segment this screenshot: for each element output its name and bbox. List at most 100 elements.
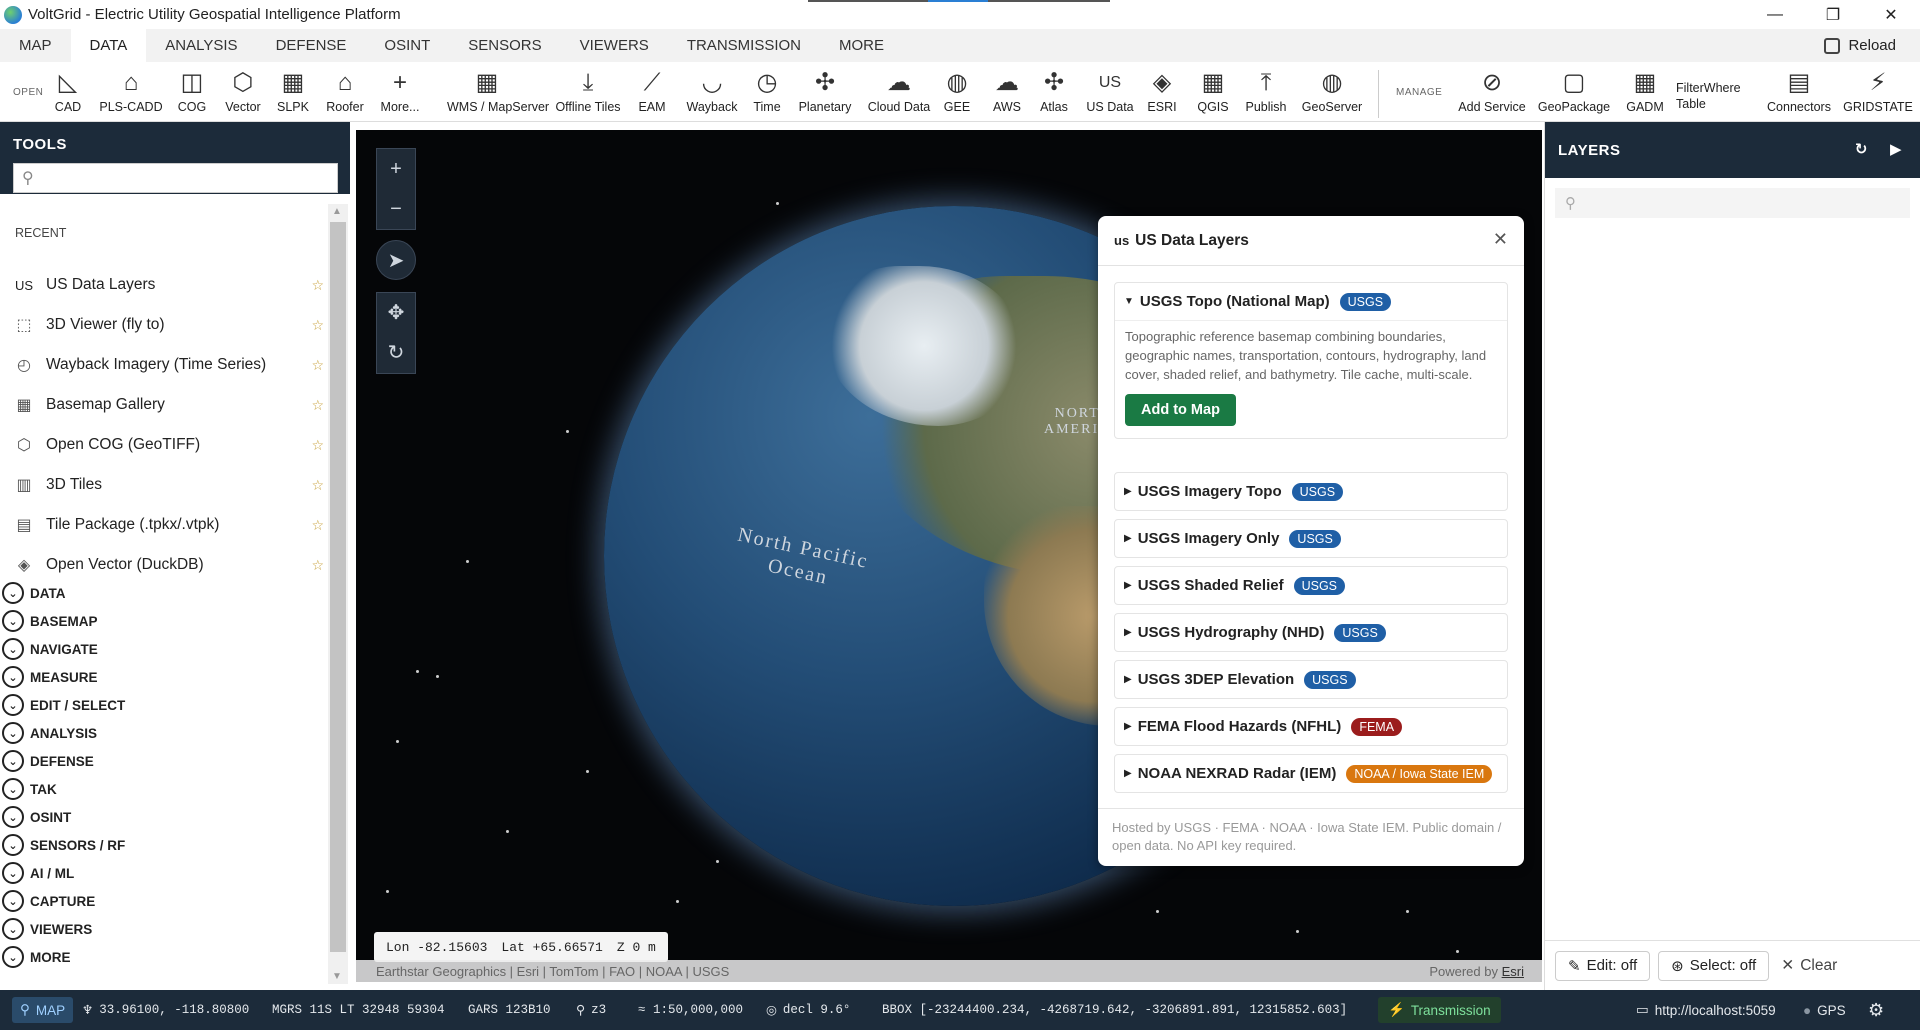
zoom-out-icon[interactable]: − <box>376 189 416 229</box>
tool-icon: ◴ <box>17 357 31 374</box>
toolbar-add-service-button[interactable]: ⊘ Add Service <box>1452 68 1532 114</box>
toolbar-wms-mapserver-button[interactable]: ▦ WMS / MapServer <box>447 68 549 114</box>
favorite-star-icon[interactable]: ☆ <box>311 357 324 374</box>
add-to-map-button[interactable]: Add to Map <box>1125 394 1236 426</box>
layer-card: ▶ USGS Imagery Topo USGS <box>1114 472 1508 511</box>
ocean-label: North Pacific Ocean <box>735 523 871 589</box>
refresh-icon[interactable]: ↻ <box>1855 140 1868 158</box>
category-defense[interactable]: ⌄ DEFENSE <box>2 748 94 774</box>
edit-toggle-button[interactable]: ✎ Edit: off <box>1555 950 1651 981</box>
x-icon: ✕ <box>1781 957 1795 974</box>
favorite-star-icon[interactable]: ☆ <box>311 477 324 494</box>
minimize-icon[interactable]: — <box>1746 0 1804 29</box>
layer-toggle[interactable]: ▼ USGS Topo (National Map) USGS <box>1115 283 1507 320</box>
toolbar-planetary-button[interactable]: ✣ Planetary <box>785 68 865 114</box>
toolbar-geoserver-button[interactable]: ◍ GeoServer <box>1292 68 1372 114</box>
category-capture[interactable]: ⌄ CAPTURE <box>2 888 95 914</box>
transmission-badge[interactable]: ⚡ Transmission <box>1378 997 1501 1023</box>
recent-item[interactable]: ⬚ 3D Viewer (fly to) ☆ <box>12 310 324 340</box>
reload-button[interactable]: Reload <box>1824 29 1896 62</box>
tools-title: TOOLS <box>13 136 67 153</box>
tools-header: TOOLS ⚲ <box>0 122 350 194</box>
tab-sensors[interactable]: SENSORS <box>449 29 560 62</box>
settings-icon[interactable]: ⚙ <box>1868 990 1884 1030</box>
tab-defense[interactable]: DEFENSE <box>257 29 366 62</box>
recent-item[interactable]: ⬡ Open COG (GeoTIFF) ☆ <box>12 430 324 460</box>
category-label: DEFENSE <box>30 753 94 769</box>
tab-osint[interactable]: OSINT <box>365 29 449 62</box>
recent-item[interactable]: ▦ Basemap Gallery ☆ <box>12 390 324 420</box>
recent-item[interactable]: US US Data Layers ☆ <box>12 270 324 300</box>
layer-toggle[interactable]: ▶ USGS 3DEP Elevation USGS <box>1115 661 1507 698</box>
scroll-up-icon[interactable]: ▲ <box>332 206 342 217</box>
recent-item-label: Tile Package (.tpkx/.vtpk) <box>46 516 220 533</box>
favorite-star-icon[interactable]: ☆ <box>311 557 324 574</box>
toolbar-item-label: More... <box>380 100 420 114</box>
recent-item[interactable]: ▥ 3D Tiles ☆ <box>12 470 324 500</box>
scroll-down-icon[interactable]: ▼ <box>332 971 342 982</box>
select-toggle-button[interactable]: ⊛ Select: off <box>1658 950 1770 981</box>
category-osint[interactable]: ⌄ OSINT <box>2 804 71 830</box>
toolbar-gadm-button[interactable]: ▦ GADM <box>1605 68 1685 114</box>
layers-search-input[interactable]: ⚲ <box>1555 188 1910 218</box>
category-ai-ml[interactable]: ⌄ AI / ML <box>2 860 74 886</box>
favorite-star-icon[interactable]: ☆ <box>311 397 324 414</box>
tab-analysis[interactable]: ANALYSIS <box>146 29 256 62</box>
layer-toggle[interactable]: ▶ FEMA Flood Hazards (NFHL) FEMA <box>1115 708 1507 745</box>
toolbar-geopackage-button[interactable]: ▢ GeoPackage <box>1534 68 1614 114</box>
dialog-close-icon[interactable]: ✕ <box>1493 229 1508 250</box>
tab-map[interactable]: MAP <box>0 29 71 62</box>
pan-icon[interactable]: ✥ <box>376 293 416 333</box>
category-more[interactable]: ⌄ MORE <box>2 944 71 970</box>
layer-toggle[interactable]: ▶ USGS Hydrography (NHD) USGS <box>1115 614 1507 651</box>
compass-icon[interactable]: ➤ <box>376 240 416 280</box>
layer-toggle[interactable]: ▶ USGS Imagery Only USGS <box>1115 520 1507 557</box>
favorite-star-icon[interactable]: ☆ <box>311 277 324 294</box>
category-tak[interactable]: ⌄ TAK <box>2 776 57 802</box>
category-measure[interactable]: ⌄ MEASURE <box>2 664 98 690</box>
layers-header: LAYERS ↻ ▶ <box>1545 122 1920 178</box>
category-navigate[interactable]: ⌄ NAVIGATE <box>2 636 98 662</box>
tab-transmission[interactable]: TRANSMISSION <box>668 29 820 62</box>
clear-button[interactable]: ✕ Clear <box>1781 956 1837 975</box>
category-data[interactable]: ⌄ DATA <box>2 580 66 606</box>
toolbar-more-button[interactable]: + More... <box>360 68 440 114</box>
zoom-in-icon[interactable]: + <box>376 149 416 189</box>
toolbar-filterwhere-table-button[interactable]: FilterWhere Table <box>1676 68 1756 112</box>
plus-icon: + <box>392 69 407 96</box>
toolbar-connectors-button[interactable]: ▤ Connectors <box>1759 68 1839 114</box>
category-analysis[interactable]: ⌄ ANALYSIS <box>2 720 97 746</box>
favorite-star-icon[interactable]: ☆ <box>311 317 324 334</box>
play-icon[interactable]: ▶ <box>1890 140 1902 158</box>
tools-search-input[interactable]: ⚲ <box>13 163 338 193</box>
rotate-icon[interactable]: ↻ <box>376 333 416 373</box>
restore-icon[interactable]: ❐ <box>1804 0 1862 29</box>
recent-item[interactable]: ◈ Open Vector (DuckDB) ☆ <box>12 550 324 580</box>
window-controls: — ❐ ✕ <box>1746 0 1920 29</box>
category-basemap[interactable]: ⌄ BASEMAP <box>2 608 98 634</box>
layer-toggle[interactable]: ▶ USGS Imagery Topo USGS <box>1115 473 1507 510</box>
layer-toggle[interactable]: ▶ NOAA NEXRAD Radar (IEM) NOAA / Iowa Stat… <box>1115 755 1507 792</box>
category-label: OSINT <box>30 809 72 825</box>
category-edit-select[interactable]: ⌄ EDIT / SELECT <box>2 692 125 718</box>
recent-item[interactable]: ▤ Tile Package (.tpkx/.vtpk) ☆ <box>12 510 324 540</box>
tab-more[interactable]: MORE <box>820 29 903 62</box>
tools-scrollbar[interactable]: ▲ ▼ <box>328 204 348 984</box>
esri-link[interactable]: Esri <box>1502 964 1524 979</box>
recent-item[interactable]: ◴ Wayback Imagery (Time Series) ☆ <box>12 350 324 380</box>
favorite-star-icon[interactable]: ☆ <box>311 437 324 454</box>
triangle-down-icon: ▼ <box>1124 296 1134 307</box>
category-sensors-rf[interactable]: ⌄ SENSORS / RF <box>2 832 125 858</box>
tab-viewers[interactable]: VIEWERS <box>561 29 668 62</box>
layer-toggle[interactable]: ▶ USGS Shaded Relief USGS <box>1115 567 1507 604</box>
map-mode-badge[interactable]: ⚲ MAP <box>12 997 74 1023</box>
close-icon[interactable]: ✕ <box>1862 0 1920 29</box>
favorite-star-icon[interactable]: ☆ <box>311 517 324 534</box>
scroll-thumb[interactable] <box>330 222 346 952</box>
toolbar-gridstate-button[interactable]: ⚡ GRIDSTATE <box>1838 68 1918 114</box>
status-scale: ≈ 1:50,000,000 <box>638 1003 744 1017</box>
category-viewers[interactable]: ⌄ VIEWERS <box>2 916 92 942</box>
tab-data[interactable]: DATA <box>70 29 147 62</box>
category-label: ANALYSIS <box>30 725 98 741</box>
location-icon: ♆ <box>82 1004 94 1018</box>
